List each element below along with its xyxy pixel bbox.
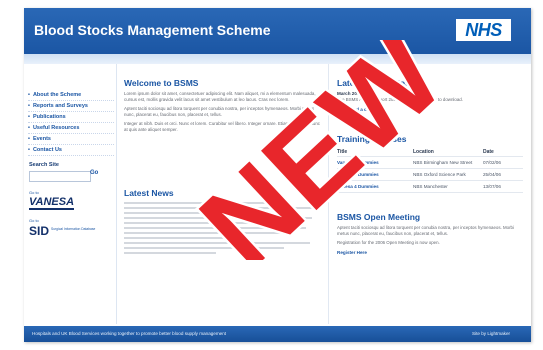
- welcome-paragraph: Integer at nibh. Duis et orci. Nunc et l…: [124, 121, 320, 132]
- sidebar-item-label: Publications: [32, 114, 66, 120]
- sidebar-item-label: Events: [32, 136, 51, 142]
- welcome-paragraph: Lorem ipsum dolor sit amet, consectetuer…: [124, 91, 316, 102]
- course-title[interactable]: Vanesa 4 Dummies: [337, 181, 413, 193]
- welcome-paragraph: Aptent taciti sociosqu ad litora torquen…: [124, 106, 315, 117]
- sid-logo-subtitle: Surgical Information Database: [51, 227, 96, 231]
- publication-text: The BSMS Annual Report 2004-05 is now av…: [337, 97, 463, 102]
- nhs-logo[interactable]: NHS: [456, 19, 511, 41]
- header-band: [24, 54, 531, 64]
- meeting-text: Aptent taciti sociosqu ad litora torquen…: [337, 225, 514, 236]
- publication-title: Latest Publication: [337, 78, 411, 88]
- meeting-text-2: Registration for the 2006 Open Meeting i…: [337, 240, 440, 245]
- bsms-page: Blood Stocks Management Scheme NHS • Abou…: [24, 8, 531, 342]
- bullet-icon: •: [28, 147, 30, 153]
- sidebar-item-resources[interactable]: • Useful Resources: [28, 123, 114, 134]
- sidebar-item-contact[interactable]: • Contact Us: [28, 145, 114, 156]
- sidebar-item-label: About the Scheme: [32, 92, 82, 98]
- sidebar-nav: • About the Scheme • Reports and Surveys •…: [28, 90, 114, 156]
- footer-tagline: Hospitals and UK Blood Services working …: [32, 331, 227, 336]
- bullet-icon: •: [28, 92, 30, 98]
- sid-logo[interactable]: SID Surgical Information Database: [29, 224, 109, 238]
- courses-title: Training Courses: [337, 134, 407, 144]
- news-title: Latest News: [124, 188, 174, 198]
- welcome-section: Welcome to BSMS Lorem ipsum dolor sit am…: [124, 78, 324, 133]
- sidebar: • About the Scheme • Reports and Surveys •…: [24, 64, 117, 324]
- course-date: 13/07/06: [483, 184, 501, 189]
- register-link[interactable]: Register Here: [337, 250, 523, 255]
- bullet-icon: •: [28, 136, 30, 142]
- site-title: Blood Stocks Management Scheme: [34, 22, 271, 38]
- course-location: NBS Oxford Science Park: [413, 172, 466, 177]
- header-banner: Blood Stocks Management Scheme NHS: [24, 8, 531, 54]
- bullet-icon: •: [28, 125, 30, 131]
- sidebar-item-label: Reports and Surveys: [32, 103, 88, 109]
- sid-logo-text: SID: [29, 224, 50, 238]
- course-location: NBS Manchester: [413, 184, 448, 189]
- bullet-icon: •: [28, 114, 30, 120]
- search-title: Search Site: [29, 162, 59, 168]
- table-header-row: Title Location Date: [337, 148, 523, 157]
- publication-section: Latest Publication March 2006 The BSMS A…: [337, 78, 523, 112]
- course-date: 25/04/06: [483, 172, 501, 177]
- course-date: 07/02/06: [483, 160, 501, 165]
- meeting-title: BSMS Open Meeting: [337, 212, 421, 222]
- news-text-block: [124, 202, 324, 254]
- sidebar-item-about[interactable]: • About the Scheme: [28, 90, 114, 101]
- meeting-section: BSMS Open Meeting Aptent taciti sociosqu…: [337, 212, 523, 255]
- course-title[interactable]: Vanesa 4 Dummies: [337, 169, 413, 181]
- main-content: Welcome to BSMS Lorem ipsum dolor sit am…: [124, 64, 324, 324]
- course-location: NBS Birmingham New Street: [413, 160, 473, 165]
- column-header-location: Location: [413, 149, 434, 155]
- right-column: Latest Publication March 2006 The BSMS A…: [328, 64, 527, 324]
- column-header-title: Title: [337, 149, 348, 155]
- goto-label: Go to: [29, 218, 39, 223]
- table-row[interactable]: Vanesa 4 Dummies NBS Manchester 13/07/06: [337, 181, 523, 193]
- column-header-date: Date: [483, 149, 494, 155]
- sidebar-item-label: Useful Resources: [32, 125, 80, 131]
- goto-label: Go to: [29, 190, 39, 195]
- courses-table: Title Location Date Vanesa 4 Dummies NBS…: [337, 148, 523, 193]
- table-row[interactable]: Vanesa 4 Dummies NBS Birmingham New Stre…: [337, 157, 523, 169]
- search-input[interactable]: [29, 171, 91, 182]
- vanesa-logo[interactable]: VANESA: [29, 197, 75, 210]
- sidebar-item-events[interactable]: • Events: [28, 134, 114, 145]
- bullet-icon: •: [28, 103, 30, 109]
- table-row[interactable]: Vanesa 4 Dummies NBS Oxford Science Park…: [337, 169, 523, 181]
- footer: Hospitals and UK Blood Services working …: [24, 326, 531, 342]
- news-section: Latest News: [124, 188, 324, 257]
- publication-date: March 2006: [337, 91, 363, 96]
- sidebar-item-publications[interactable]: • Publications: [28, 112, 114, 123]
- sidebar-item-reports[interactable]: • Reports and Surveys: [28, 101, 114, 112]
- welcome-title: Welcome to BSMS: [124, 78, 199, 88]
- courses-section: Training Courses Title Location Date Van…: [337, 134, 523, 193]
- publication-link[interactable]: Download a copy now: [337, 107, 523, 112]
- sidebar-item-label: Contact Us: [32, 147, 62, 153]
- go-button[interactable]: Go: [90, 170, 98, 176]
- footer-credit[interactable]: Site by Lightmaker: [472, 331, 510, 336]
- course-title[interactable]: Vanesa 4 Dummies: [337, 157, 413, 169]
